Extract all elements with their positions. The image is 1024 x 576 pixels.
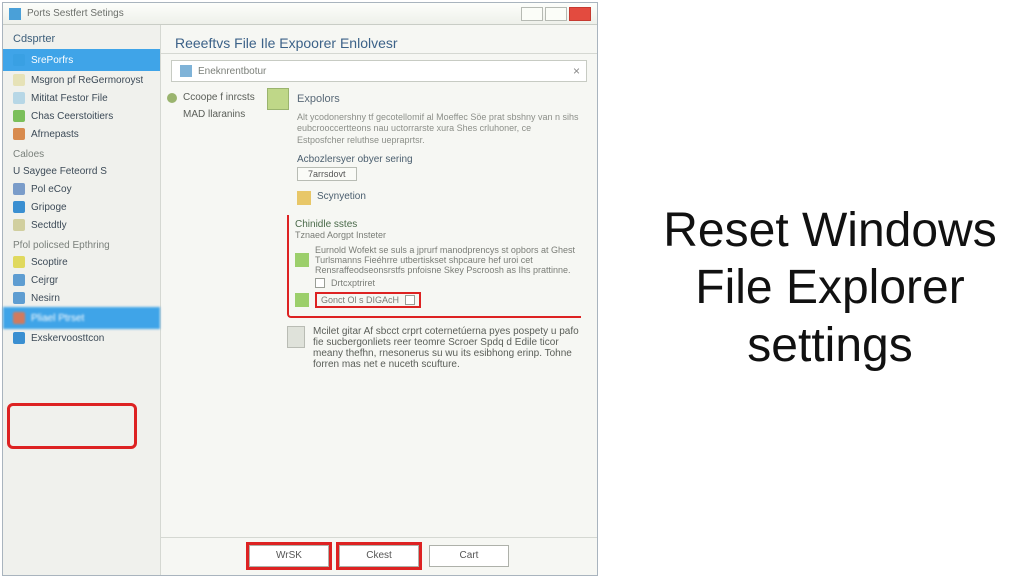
sidebar-item-c4[interactable]: Exskervoosttcon [3, 329, 160, 347]
sidebar-item-label: Pliael Ptrset [31, 313, 84, 324]
setting-button[interactable]: 7arrsdovt [297, 167, 357, 181]
item-icon [13, 332, 25, 344]
sidebar-item-b3[interactable]: Sectdtly [3, 216, 160, 234]
promo-caption: Reset Windows File Explorer settings [640, 0, 1020, 576]
sidebar-item-label: Nesirn [31, 293, 60, 304]
item-icon [13, 274, 25, 286]
section-title: Expolors [297, 93, 340, 105]
highlighted-checkbox[interactable]: Gonct Ol s DIGAcH [315, 292, 421, 308]
folder-icon [13, 74, 25, 86]
clear-icon[interactable]: × [573, 64, 580, 78]
checkbox[interactable] [405, 295, 415, 305]
folder-icon [13, 92, 25, 104]
drive-icon [13, 183, 25, 195]
left-subnav: Ccoope f inrcsts MAD llaranins [161, 82, 261, 537]
left-subnav-label: MAD llaranins [183, 109, 245, 120]
sidebar-item-label: Mititat Festor File [31, 93, 108, 104]
breadcrumb-icon [180, 65, 192, 77]
left-subnav-item[interactable]: MAD llaranins [167, 109, 255, 120]
section-icon [267, 88, 289, 110]
left-subnav-item[interactable]: Ccoope f inrcsts [167, 92, 255, 103]
sidebar-item-b0[interactable]: U Saygee Feteorrd S [3, 162, 160, 180]
sidebar-item-label: Chas Ceerstoitiers [31, 111, 113, 122]
close-button[interactable] [569, 7, 591, 21]
folder-icon [13, 110, 25, 122]
sidebar-item-c0[interactable]: Scoptire [3, 253, 160, 271]
file-icon [287, 326, 305, 348]
item-icon [13, 312, 25, 324]
maximize-button[interactable] [545, 7, 567, 21]
titlebar: Ports Sestfert Setings [3, 3, 597, 25]
bullet-icon [167, 93, 177, 103]
settings-window: Ports Sestfert Setings Cdsprter SrePorfr… [2, 2, 598, 576]
sidebar-item-label: Sectdtly [31, 220, 67, 231]
item-icon [13, 292, 25, 304]
sidebar-item-label: Msgron pf ReGermoroyst [31, 75, 143, 86]
sidebar-item-label: Exskervoosttcon [31, 333, 104, 344]
setting-label: Scynyetion [317, 191, 366, 202]
button-bar: WrSK Ckest Cart [161, 537, 597, 575]
sidebar-item-4[interactable]: Afrnepasts [3, 125, 160, 143]
sidebar-item-c3[interactable]: Pliael Ptrset [3, 307, 160, 329]
sidebar-item-label: Cejrgr [31, 275, 58, 286]
sidebar-item-label: Pol eCoy [31, 184, 72, 195]
breadcrumb[interactable]: Eneknrentbotur × [171, 60, 587, 82]
sidebar-section-head: Caloes [3, 143, 160, 162]
sidebar-section-head-2: Pfol policsed Epthring [3, 234, 160, 253]
folder-icon [13, 54, 25, 66]
drive-icon [13, 201, 25, 213]
check-icon [295, 293, 309, 307]
checkbox[interactable] [315, 278, 325, 288]
sidebar-item-2[interactable]: Mititat Festor File [3, 89, 160, 107]
sidebar-item-3[interactable]: Chas Ceerstoitiers [3, 107, 160, 125]
sidebar-item-label: Gripoge [31, 202, 67, 213]
ok-button[interactable]: WrSK [249, 545, 329, 567]
item-icon [13, 256, 25, 268]
sidebar-item-1[interactable]: Msgron pf ReGermoroyst [3, 71, 160, 89]
group-title: Chinidle sstes [295, 219, 357, 230]
page-title: Reeeftvs File Ile Expoorer Enlolvesr [161, 25, 597, 54]
check-icon [295, 253, 309, 267]
minimize-button[interactable] [521, 7, 543, 21]
cancel-button[interactable]: Cart [429, 545, 509, 567]
sidebar-tab[interactable]: Cdsprter [3, 29, 160, 49]
window-title: Ports Sestfert Setings [27, 8, 124, 19]
close-button-dlg[interactable]: Ckest [339, 545, 419, 567]
sidebar-item-label: SrePorfrs [31, 55, 73, 66]
group-subtitle: Tznaed Aorgpt Insteter [295, 230, 386, 240]
sidebar-item-b1[interactable]: Pol eCoy [3, 180, 160, 198]
checkbox-label: Drtcxptriret [331, 278, 375, 288]
main-panel: Reeeftvs File Ile Expoorer Enlolvesr Ene… [161, 25, 597, 575]
sidebar-item-c2[interactable]: Nesirn [3, 289, 160, 307]
sidebar: Cdsprter SrePorfrs Msgron pf ReGermoroys… [3, 25, 161, 575]
sidebar-item-label: Afrnepasts [31, 129, 79, 140]
folder-icon [13, 128, 25, 140]
sidebar-item-label: Scoptire [31, 257, 68, 268]
sidebar-item-c1[interactable]: Cejrgr [3, 271, 160, 289]
highlighted-group: Chinidle sstes Tznaed Aorgpt Insteter Eu… [287, 215, 581, 319]
sidebar-item-label: U Saygee Feteorrd S [13, 166, 107, 177]
setting-label: Acbozlersyer obyer sering [297, 154, 581, 165]
app-icon [9, 8, 21, 20]
sidebar-item-0[interactable]: SrePorfrs [3, 49, 160, 71]
content-area: Expolors Alt ycodonershny tf gecotellomi… [261, 82, 597, 537]
breadcrumb-text: Eneknrentbotur [198, 66, 266, 77]
section-description: Alt ycodonershny tf gecotellomif al Moef… [297, 112, 581, 146]
checkbox-label: Gonct Ol s DIGAcH [321, 295, 399, 305]
sidebar-item-b2[interactable]: Gripoge [3, 198, 160, 216]
left-subnav-label: Ccoope f inrcsts [183, 92, 255, 103]
info-text: Mcilet gitar Af sbcct crprt coternetúern… [313, 326, 581, 370]
drive-icon [13, 219, 25, 231]
shield-icon [297, 191, 311, 205]
group-text: Eurnold Wofekt se suls a jprurf manodpre… [315, 245, 579, 276]
